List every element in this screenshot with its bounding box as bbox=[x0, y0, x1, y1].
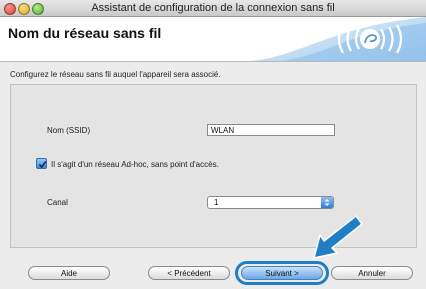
pointer-arrow-icon bbox=[313, 215, 363, 259]
wizard-window: Assistant de configuration de la connexi… bbox=[0, 0, 426, 289]
